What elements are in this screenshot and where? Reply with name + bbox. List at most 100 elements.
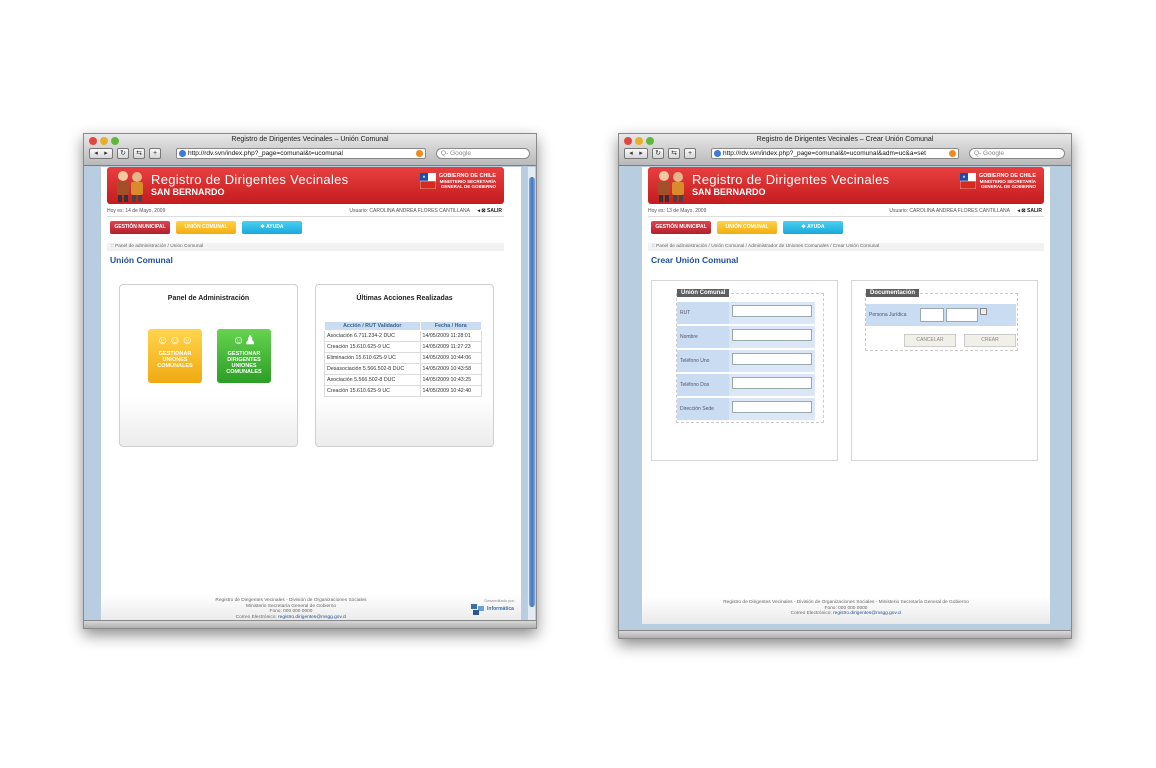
breadcrumb[interactable]: :: Panel de administración / Unión Comun…: [107, 243, 504, 251]
table-row: Creación 15.610.625-9 UC 14/05/2009 11:27…: [324, 341, 482, 353]
search-placeholder: Google: [450, 150, 472, 157]
recent-actions-panel: Últimas Acciones Realizadas Acción / RUT…: [315, 284, 494, 447]
address-bar[interactable]: http://rdv.svn/index.php?_page=comunal&t…: [176, 148, 426, 159]
logout-button[interactable]: ◂ ⊠ SALIR: [1018, 207, 1042, 216]
forward-icon[interactable]: ▸: [639, 149, 643, 158]
datetime-cell: 14/05/2009 10:43:58: [419, 363, 482, 375]
form-row-direccion-sede: Dirección Sede: [677, 398, 817, 421]
page-footer: Registro de Dirigentes Vecinales - Divis…: [101, 594, 521, 622]
gobierno-logo: GOBIERNO DE CHILE MINISTERIO SECRETARÍA GE…: [419, 173, 496, 189]
create-button[interactable]: CREAR: [964, 334, 1016, 347]
add-bookmark-icon[interactable]: +: [149, 148, 161, 159]
direccion-sede-input[interactable]: [732, 401, 812, 413]
table-row: Desasociación 5.566.502-8 DUC 14/05/2009 …: [324, 363, 482, 375]
current-date: Hoy es: 14 de Mayo, 2009: [107, 208, 166, 214]
search-icon: Q-: [441, 150, 449, 157]
field-label: Nombre: [677, 326, 729, 348]
gestionar-uniones-button[interactable]: ☺☺☺ GESTIONAR UNIONES COMUNALES: [148, 329, 202, 383]
fieldset-legend: Documentación: [866, 289, 920, 297]
action-cell: Asociación 6.711.234-2 DUC: [324, 330, 421, 342]
cancel-button[interactable]: CANCELAR: [904, 334, 956, 347]
action-cell: Creación 15.610.625-9 UC: [324, 341, 421, 353]
rss-icon[interactable]: [949, 150, 956, 157]
page-title: Crear Unión Comunal: [651, 255, 739, 265]
telefono-uno-input[interactable]: [732, 353, 812, 365]
navigation-toolbar: ◂ ▸ ↻ ⇆ +: [624, 148, 696, 159]
google-search-field[interactable]: Q- Google: [436, 148, 530, 159]
site-subtitle: SAN BERNARDO: [151, 187, 225, 197]
back-icon[interactable]: ◂: [94, 149, 98, 158]
action-cell: Asociación 5.566.502-8 DUC: [324, 374, 421, 386]
address-bar[interactable]: http://rdv.svn/index.php?_page=comunal&t…: [711, 148, 959, 159]
current-date: Hoy es: 13 de Mayo, 2009: [648, 208, 707, 214]
menu-union-comunal[interactable]: UNIÓN COMUNAL: [717, 221, 777, 234]
address-text: http://rdv.svn/index.php?_page=comunal&t…: [723, 150, 926, 157]
chile-flag-icon: [959, 173, 976, 189]
browser-window-crear-union: Registro de Dirigentes Vecinales – Crear…: [618, 133, 1072, 639]
snapback-icon[interactable]: ⇆: [133, 148, 145, 159]
calendar-icon[interactable]: [980, 308, 987, 315]
email-link[interactable]: registro.dirigentes@msgg.gov.cl: [833, 611, 901, 616]
page-title: Unión Comunal: [110, 255, 173, 265]
table-row: Asociación 6.711.234-2 DUC 14/05/2009 11:…: [324, 330, 482, 342]
gobierno-text: GOBIERNO DE CHILE MINISTERIO SECRETARÍA GE…: [438, 173, 496, 189]
google-search-field[interactable]: Q- Google: [969, 148, 1065, 159]
action-cell: Eliminación 15.610.625-9 UC: [324, 352, 421, 364]
breadcrumb[interactable]: :: Panel de administración / Unión Comun…: [648, 243, 1044, 251]
nombre-input[interactable]: [732, 329, 812, 341]
snapback-icon[interactable]: ⇆: [668, 148, 680, 159]
browser-window-union-comunal: Registro de Dirigentes Vecinales – Unión…: [83, 133, 537, 629]
reload-icon[interactable]: ↻: [652, 148, 664, 159]
back-forward-button[interactable]: ◂ ▸: [624, 148, 648, 159]
page-content: Registro de Dirigentes Vecinales SAN BER…: [642, 167, 1050, 624]
developer-label: Desarrollado por:: [484, 598, 515, 603]
union-comunal-form-panel: Unión Comunal RUT Nombre Teléfono Uno Te…: [651, 280, 838, 461]
field-label: Teléfono Dos: [677, 374, 729, 396]
back-icon[interactable]: ◂: [629, 149, 633, 158]
site-title: Registro de Dirigentes Vecinales: [151, 172, 349, 187]
search-placeholder: Google: [983, 150, 1005, 157]
menu-ayuda[interactable]: ✥ AYUDA: [242, 221, 302, 234]
main-menu: GESTIÓN MUNICIPAL UNIÓN COMUNAL ✥ AYUDA: [651, 221, 843, 234]
form-row-nombre: Nombre: [677, 326, 817, 349]
menu-gestion-municipal[interactable]: GESTIÓN MUNICIPAL: [110, 221, 170, 234]
menu-ayuda[interactable]: ✥ AYUDA: [783, 221, 843, 234]
persona-juridica-input-2[interactable]: [946, 308, 978, 322]
menu-union-comunal[interactable]: UNIÓN COMUNAL: [176, 221, 236, 234]
datetime-cell: 14/05/2009 11:28:01: [419, 330, 482, 342]
logout-button[interactable]: ◂ ⊠ SALIR: [478, 207, 502, 216]
globe-icon: [714, 150, 721, 157]
current-user: Usuario: CAROLINA ANDREA FLORES CANTILLA…: [889, 208, 1010, 214]
developer-logo: Desarrollado por: Informática: [469, 598, 515, 618]
forward-icon[interactable]: ▸: [104, 149, 108, 158]
add-bookmark-icon[interactable]: +: [684, 148, 696, 159]
rss-icon[interactable]: [416, 150, 423, 157]
field-label: RUT: [677, 302, 729, 324]
menu-gestion-municipal[interactable]: GESTIÓN MUNICIPAL: [651, 221, 711, 234]
form-row-rut: RUT: [677, 302, 817, 325]
page-footer: Registro de Dirigentes Vecinales - Divis…: [642, 596, 1050, 624]
telefono-dos-input[interactable]: [732, 377, 812, 389]
back-forward-button[interactable]: ◂ ▸: [89, 148, 113, 159]
recent-actions-table: Acción / RUT Validador Fecha / Hora Asoc…: [324, 321, 482, 397]
navigation-toolbar: ◂ ▸ ↻ ⇆ +: [89, 148, 161, 159]
recent-actions-title: Últimas Acciones Realizadas: [356, 295, 453, 302]
scrollbar-thumb[interactable]: [529, 177, 535, 607]
vertical-scrollbar[interactable]: [527, 167, 535, 623]
documentacion-panel: Documentación Persona Jurídica CANCELAR …: [851, 280, 1038, 461]
email-link[interactable]: registro.dirigentes@msgg.gov.cl: [278, 615, 346, 620]
persona-juridica-input-1[interactable]: [920, 308, 944, 322]
header-banner: Registro de Dirigentes Vecinales SAN BER…: [648, 167, 1044, 204]
status-bar: [84, 620, 536, 628]
window-titlebar: Registro de Dirigentes Vecinales – Crear…: [619, 134, 1071, 166]
rut-input[interactable]: [732, 305, 812, 317]
user-bar: Hoy es: 13 de Mayo, 2009 Usuario: CAROLI…: [648, 207, 1044, 217]
gestionar-dirigentes-button[interactable]: ☺♟ GESTIONAR DIRIGENTES UNIONES COMUNALE…: [217, 329, 271, 383]
fieldset-legend: Unión Comunal: [677, 289, 730, 297]
people-icon: ☺♟: [232, 333, 256, 347]
window-title: Registro de Dirigentes Vecinales – Crear…: [756, 136, 934, 143]
informatica-logo-icon: [471, 604, 484, 615]
reload-icon[interactable]: ↻: [117, 148, 129, 159]
form-row-telefono-dos: Teléfono Dos: [677, 374, 817, 397]
address-text: http://rdv.svn/index.php?_page=comunal&t…: [188, 150, 343, 157]
